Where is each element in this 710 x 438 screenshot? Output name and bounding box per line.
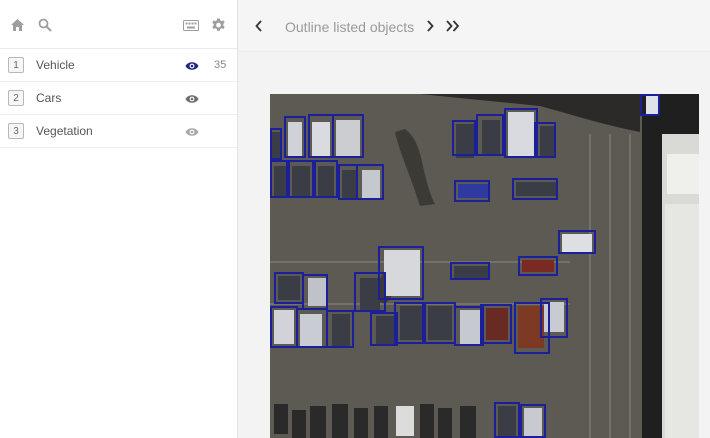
main-area: Outline listed objects bbox=[238, 0, 710, 438]
vehicle-bounding-box[interactable] bbox=[480, 304, 512, 344]
chevron-right-icon[interactable] bbox=[425, 17, 435, 35]
vehicle-bounding-box[interactable] bbox=[326, 310, 354, 348]
vehicle-bounding-box[interactable] bbox=[288, 160, 314, 198]
vehicle-bounding-box[interactable] bbox=[558, 230, 596, 254]
vehicle-bounding-box[interactable] bbox=[640, 94, 660, 116]
vehicle-bounding-box[interactable] bbox=[274, 272, 304, 304]
sidebar-header bbox=[0, 0, 237, 49]
vehicle-bounding-box[interactable] bbox=[454, 180, 490, 202]
gear-icon[interactable] bbox=[210, 17, 227, 34]
vehicle-bounding-box[interactable] bbox=[302, 274, 328, 310]
vehicle-bounding-box[interactable] bbox=[354, 272, 386, 312]
chevron-left-icon[interactable] bbox=[254, 17, 264, 35]
double-chevron-right-icon[interactable] bbox=[445, 17, 461, 35]
vehicle-bounding-box[interactable] bbox=[332, 114, 364, 158]
sidebar: 1 Vehicle 35 2 Cars 3 Vegetation bbox=[0, 0, 238, 438]
vehicle-bounding-box[interactable] bbox=[450, 262, 490, 280]
vehicle-bounding-box[interactable] bbox=[534, 122, 556, 158]
vehicle-bounding-box[interactable] bbox=[476, 114, 504, 156]
list-item-label: Vehicle bbox=[36, 58, 75, 72]
list-item-vehicle[interactable]: 1 Vehicle 35 bbox=[0, 49, 237, 82]
vehicle-bounding-box[interactable] bbox=[308, 114, 334, 158]
vehicle-bounding-box[interactable] bbox=[422, 302, 456, 344]
hotkey-badge: 3 bbox=[8, 123, 24, 139]
hotkey-badge: 2 bbox=[8, 90, 24, 106]
list-item-cars[interactable]: 2 Cars bbox=[0, 82, 237, 115]
vehicle-bounding-box[interactable] bbox=[270, 128, 282, 160]
vehicle-bounding-box[interactable] bbox=[504, 108, 538, 158]
home-icon[interactable] bbox=[9, 17, 25, 33]
eye-icon[interactable] bbox=[185, 92, 199, 104]
vehicle-bounding-box[interactable] bbox=[452, 120, 476, 156]
keyboard-icon[interactable] bbox=[182, 18, 199, 32]
toolbar: Outline listed objects bbox=[238, 0, 710, 52]
list-item-vegetation[interactable]: 3 Vegetation bbox=[0, 115, 237, 148]
vehicle-bounding-box[interactable] bbox=[314, 160, 338, 198]
vehicle-bounding-box[interactable] bbox=[512, 178, 558, 200]
vehicle-bounding-box[interactable] bbox=[284, 116, 306, 158]
vehicle-bounding-box[interactable] bbox=[356, 164, 384, 200]
vehicle-bounding-box[interactable] bbox=[540, 298, 568, 338]
hotkey-badge: 1 bbox=[8, 57, 24, 73]
task-title: Outline listed objects bbox=[285, 19, 415, 35]
list-item-label: Vegetation bbox=[36, 124, 93, 138]
annotation-app: 1 Vehicle 35 2 Cars 3 Vegetation Outline… bbox=[0, 0, 710, 438]
list-item-label: Cars bbox=[36, 91, 62, 105]
annotation-canvas[interactable] bbox=[270, 94, 699, 438]
vehicle-bounding-box[interactable] bbox=[520, 404, 546, 438]
vehicle-bounding-box[interactable] bbox=[270, 306, 298, 348]
vehicle-bounding-box[interactable] bbox=[494, 402, 520, 438]
search-icon[interactable] bbox=[37, 17, 53, 33]
vehicle-bounding-box[interactable] bbox=[338, 164, 358, 200]
vehicle-bounding-box[interactable] bbox=[296, 308, 328, 348]
object-count: 35 bbox=[214, 59, 227, 71]
vehicle-bounding-box[interactable] bbox=[518, 256, 558, 276]
eye-icon[interactable] bbox=[185, 125, 199, 137]
eye-icon[interactable] bbox=[185, 59, 199, 71]
vehicle-bounding-box[interactable] bbox=[270, 160, 288, 198]
